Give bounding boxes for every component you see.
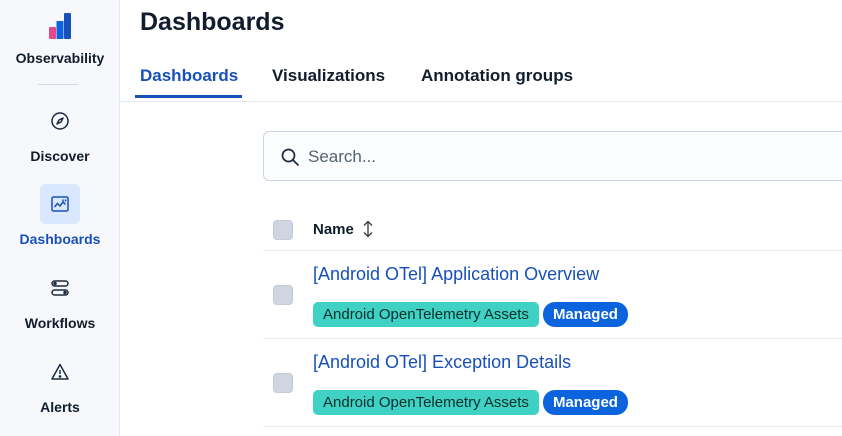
brand-name: Observability [15,50,105,66]
dashboards-table: Name [Android OTel] Application Overview… [263,206,842,427]
row-checkbox[interactable] [273,373,293,393]
dashboard-link[interactable]: [Android OTel] Exception Details [313,352,571,373]
table-row: [Android OTel] Application Overview Andr… [263,251,842,339]
table-header-row: Name [263,206,842,251]
search-input[interactable] [308,144,808,170]
sidebar-item-discover[interactable]: Discover [0,101,120,164]
dashboard-icon [40,184,80,224]
search-box [263,131,842,181]
managed-badge: Managed [542,390,628,415]
tag-badge[interactable]: Android OpenTelemetry Assets [313,390,539,415]
dashboard-link[interactable]: [Android OTel] Application Overview [313,264,599,285]
select-all-checkbox[interactable] [273,220,293,240]
managed-badge: Managed [542,302,628,327]
sidebar-item-alerts[interactable]: Alerts [0,352,120,415]
tab-visualizations[interactable]: Visualizations [272,66,385,97]
tab-dashboards[interactable]: Dashboards [134,66,243,98]
brand[interactable]: Observability [0,12,120,66]
sidebar-item-label: Dashboards [19,231,101,247]
compass-icon [40,101,80,141]
tag-badge[interactable]: Android OpenTelemetry Assets [313,302,539,327]
side-nav: Observability Discover Dashboards Workfl… [0,0,120,436]
sidebar-item-workflows[interactable]: Workflows [0,268,120,331]
sidebar-item-label: Workflows [24,315,96,331]
table-row: [Android OTel] Exception Details Android… [263,339,842,427]
observability-logo-icon [49,13,71,39]
workflow-icon [40,268,80,308]
row-tags: Android OpenTelemetry Assets Managed [313,390,628,415]
search-icon [281,148,299,166]
app-root: Observability Discover Dashboards Workfl… [0,0,842,436]
tab-bar: Dashboards Visualizations Annotation gro… [120,58,842,102]
warning-icon [40,352,80,392]
row-tags: Android OpenTelemetry Assets Managed [313,302,628,327]
sort-icon[interactable] [360,220,376,238]
column-header-name[interactable]: Name [313,221,354,238]
tab-annotation-groups[interactable]: Annotation groups [421,66,573,97]
sidebar-item-label: Discover [30,148,90,164]
sidebar-divider [38,84,78,85]
sidebar-item-label: Alerts [40,399,80,415]
sidebar-item-dashboards[interactable]: Dashboards [0,184,120,247]
page-title: Dashboards [140,8,285,36]
row-checkbox[interactable] [273,285,293,305]
